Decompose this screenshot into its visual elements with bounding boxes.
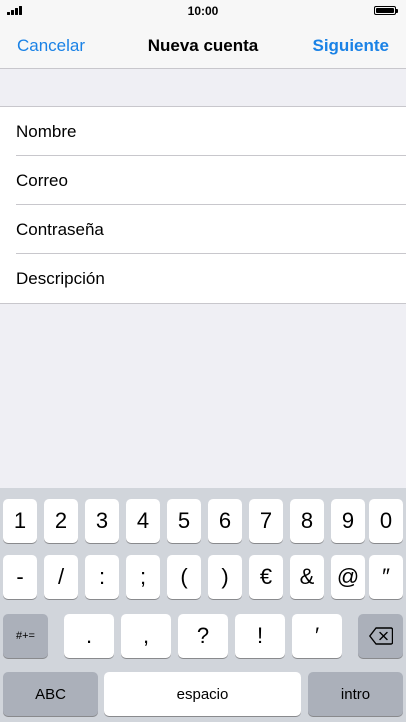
key-6[interactable]: 6 [208,499,242,543]
cancel-button[interactable]: Cancelar [17,36,85,56]
space-key[interactable]: espacio [104,672,301,716]
key-exclamation[interactable]: ! [235,614,285,658]
name-field[interactable] [16,107,396,156]
key-period[interactable]: . [64,614,114,658]
key-0[interactable]: 0 [369,499,403,543]
keyboard: 1 2 3 4 5 6 7 8 9 0 - / : ; ( ) € & @ ″ … [0,488,406,722]
password-field[interactable] [16,205,396,254]
email-field[interactable] [16,156,396,205]
form-row-email [0,156,406,205]
status-time: 10:00 [187,4,219,18]
key-1[interactable]: 1 [3,499,37,543]
form-row-password [0,205,406,254]
key-2[interactable]: 2 [44,499,78,543]
battery-icon [374,6,398,15]
key-8[interactable]: 8 [290,499,324,543]
key-7[interactable]: 7 [249,499,283,543]
key-3[interactable]: 3 [85,499,119,543]
key-semicolon[interactable]: ; [126,555,160,599]
return-key[interactable]: intro [308,672,403,716]
key-prime[interactable]: ′ [292,614,342,658]
key-quote[interactable]: ″ [369,555,403,599]
abc-key[interactable]: ABC [3,672,98,716]
form-row-name [0,107,406,156]
key-colon[interactable]: : [85,555,119,599]
next-button[interactable]: Siguiente [312,36,389,56]
account-form [0,106,406,304]
key-question[interactable]: ? [178,614,228,658]
description-field[interactable] [16,254,396,303]
navigation-bar: Cancelar Nueva cuenta Siguiente [0,22,406,69]
status-bar: 10:00 [0,0,406,22]
key-open-paren[interactable]: ( [167,555,201,599]
key-euro[interactable]: € [249,555,283,599]
key-ampersand[interactable]: & [290,555,324,599]
symbols-key[interactable]: #+= [3,614,48,658]
key-4[interactable]: 4 [126,499,160,543]
key-at[interactable]: @ [331,555,365,599]
key-slash[interactable]: / [44,555,78,599]
key-comma[interactable]: , [121,614,171,658]
key-close-paren[interactable]: ) [208,555,242,599]
form-row-description [0,254,406,303]
backspace-icon [368,627,393,645]
key-hyphen[interactable]: - [3,555,37,599]
key-5[interactable]: 5 [167,499,201,543]
delete-key[interactable] [358,614,403,658]
key-9[interactable]: 9 [331,499,365,543]
